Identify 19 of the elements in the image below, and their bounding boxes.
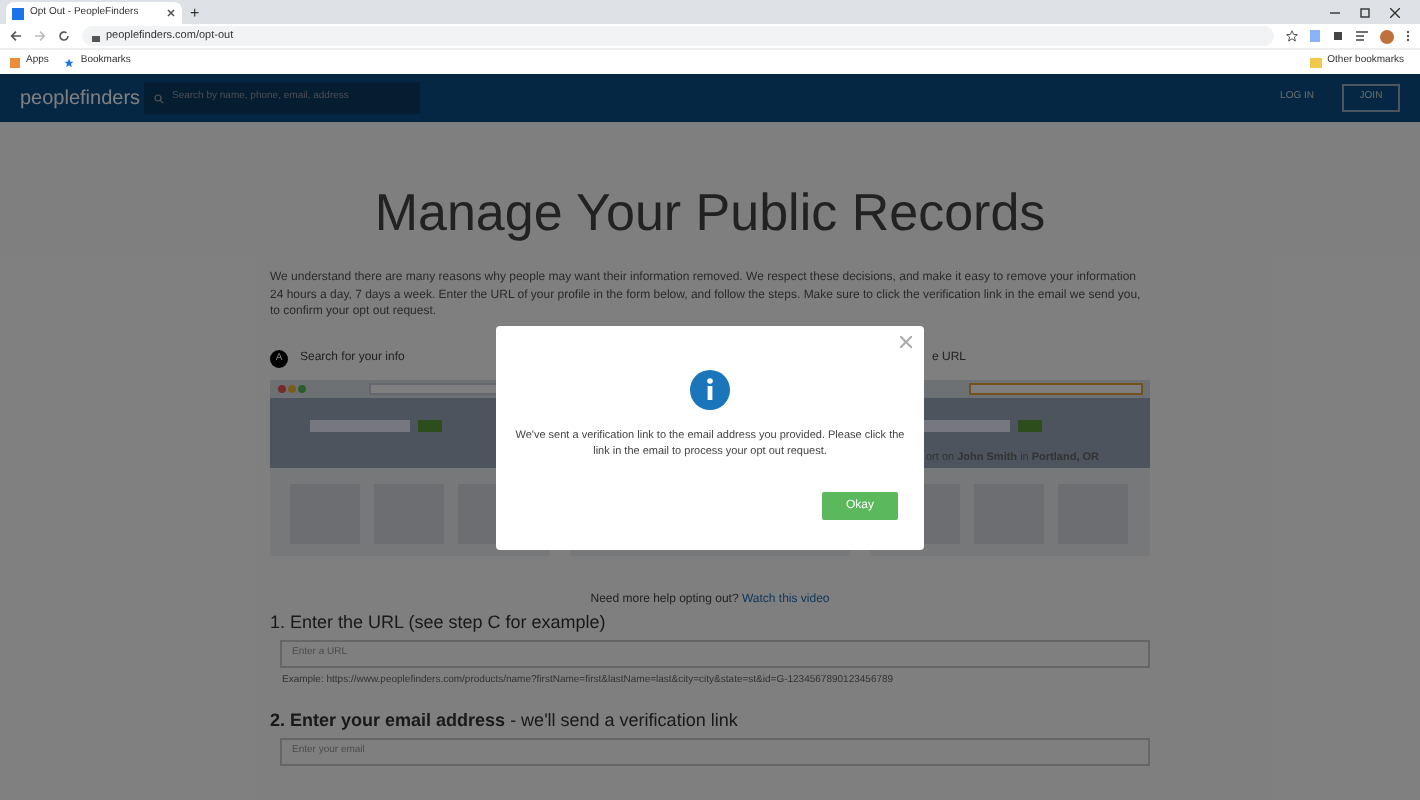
queue-icon[interactable] — [1356, 30, 1368, 42]
restore-icon[interactable] — [1360, 7, 1370, 17]
search-icon — [154, 93, 164, 103]
field-heading: 2. Enter your email address - we'll send a verification link — [270, 707, 740, 734]
site-logo[interactable]: peoplefinders — [20, 83, 144, 113]
info-icon — [690, 370, 730, 410]
back-icon[interactable] — [10, 30, 22, 42]
field-heading: 1. Enter the URL (see step C for example) — [270, 609, 608, 636]
page-title: Manage Your Public Records — [372, 182, 1048, 242]
star-icon — [64, 57, 75, 67]
new-tab-button[interactable]: + — [190, 4, 200, 22]
star-icon[interactable] — [1286, 30, 1298, 42]
avatar-icon[interactable] — [1380, 29, 1394, 43]
close-icon[interactable] — [166, 8, 176, 18]
close-icon[interactable] — [1390, 7, 1400, 17]
reload-icon[interactable] — [58, 30, 70, 42]
minimize-icon[interactable] — [1330, 7, 1340, 17]
folder-icon — [1309, 57, 1322, 67]
site-icon — [12, 7, 24, 19]
